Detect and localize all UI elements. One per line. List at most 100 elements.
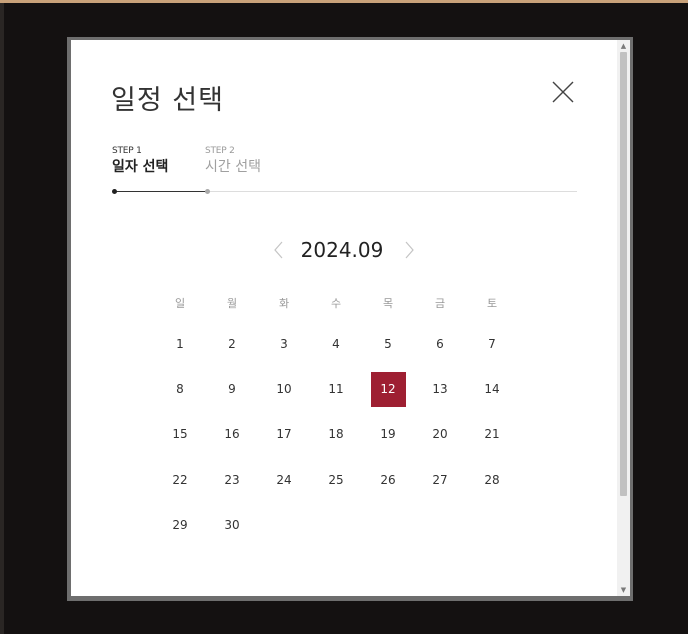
day-cell-8[interactable]: 8 xyxy=(154,366,206,411)
day-number: 17 xyxy=(276,427,292,442)
week-row: 29 30 xyxy=(154,503,518,548)
day-cell-26[interactable]: 26 xyxy=(362,457,414,502)
close-icon xyxy=(552,81,574,103)
week-row: 8 9 10 11 12 13 14 xyxy=(154,366,518,411)
day-cell-11[interactable]: 11 xyxy=(310,366,362,411)
day-cell-17[interactable]: 17 xyxy=(258,412,310,457)
day-cell-12[interactable]: 12 xyxy=(362,366,414,411)
day-cell-5[interactable]: 5 xyxy=(362,321,414,366)
day-cell-30[interactable]: 30 xyxy=(206,503,258,548)
step-1-label: 일자 선택 xyxy=(112,159,169,175)
day-number: 23 xyxy=(224,472,240,487)
step-2-number: STEP 2 xyxy=(205,146,235,156)
day-number: 29 xyxy=(172,518,188,533)
day-cell-24[interactable]: 24 xyxy=(258,457,310,502)
day-number: 24 xyxy=(276,472,292,487)
week-row: 1 2 3 4 5 6 7 xyxy=(154,321,518,366)
day-number: 7 xyxy=(488,336,496,351)
empty-day-cell xyxy=(258,503,310,548)
weekday-label: 금 xyxy=(434,297,446,310)
page-left-edge xyxy=(0,3,4,634)
step-progress-active xyxy=(114,191,207,192)
month-label: 2024.09 xyxy=(300,238,384,262)
modal-title: 일정 선택 xyxy=(111,85,224,116)
day-cell-20[interactable]: 20 xyxy=(414,412,466,457)
day-number: 9 xyxy=(228,382,236,397)
day-number: 30 xyxy=(224,518,240,533)
week-row: 15 16 17 18 19 20 21 xyxy=(154,412,518,457)
day-cell-29[interactable]: 29 xyxy=(154,503,206,548)
next-month-button[interactable] xyxy=(401,238,417,262)
day-cell-15[interactable]: 15 xyxy=(154,412,206,457)
day-number: 20 xyxy=(432,427,448,442)
prev-month-button[interactable] xyxy=(271,238,287,262)
day-number: 2 xyxy=(228,336,236,351)
day-cell-18[interactable]: 18 xyxy=(310,412,362,457)
day-cell-10[interactable]: 10 xyxy=(258,366,310,411)
day-cell-21[interactable]: 21 xyxy=(466,412,518,457)
day-number: 21 xyxy=(484,427,500,442)
chevron-right-icon xyxy=(405,241,414,259)
day-cell-1[interactable]: 1 xyxy=(154,321,206,366)
day-number: 19 xyxy=(380,427,396,442)
empty-day-cell xyxy=(362,503,414,548)
modal-scrollbar[interactable]: ▲ ▼ xyxy=(617,40,630,596)
scroll-thumb[interactable] xyxy=(620,52,627,496)
weekday-label: 목 xyxy=(382,297,394,310)
day-cell-13[interactable]: 13 xyxy=(414,366,466,411)
weekday-label: 월 xyxy=(226,297,238,310)
day-number: 25 xyxy=(328,472,344,487)
schedule-modal: 일정 선택 STEP 1 일자 선택 STEP 2 시간 선택 2024.09 xyxy=(71,40,617,596)
day-cell-7[interactable]: 7 xyxy=(466,321,518,366)
step-2: STEP 2 시간 선택 xyxy=(205,146,261,176)
weeks-container: 1 2 3 4 5 6 7 8 9 10 11 12 13 14 15 16 17 18 19 20 21 22 23 24 2… xyxy=(154,321,518,548)
day-cell-6[interactable]: 6 xyxy=(414,321,466,366)
day-cell-16[interactable]: 16 xyxy=(206,412,258,457)
day-number: 8 xyxy=(176,382,184,397)
day-number: 1 xyxy=(176,336,184,351)
week-row: 22 23 24 25 26 27 28 xyxy=(154,457,518,502)
step-1: STEP 1 일자 선택 xyxy=(112,146,168,176)
day-number: 11 xyxy=(328,382,344,397)
page-top-border xyxy=(0,0,688,3)
day-number: 27 xyxy=(432,472,448,487)
day-number: 22 xyxy=(172,472,188,487)
day-number: 10 xyxy=(276,382,292,397)
day-cell-2[interactable]: 2 xyxy=(206,321,258,366)
empty-day-cell xyxy=(310,503,362,548)
day-cell-14[interactable]: 14 xyxy=(466,366,518,411)
empty-day-cell xyxy=(466,503,518,548)
chevron-left-icon xyxy=(274,241,283,259)
scroll-down-arrow-icon[interactable]: ▼ xyxy=(617,584,630,596)
step-indicator: STEP 1 일자 선택 STEP 2 시간 선택 xyxy=(112,146,577,196)
weekday-row: 일월화수목금토 xyxy=(154,285,518,321)
step-1-dot xyxy=(112,189,117,194)
day-cell-22[interactable]: 22 xyxy=(154,457,206,502)
day-cell-25[interactable]: 25 xyxy=(310,457,362,502)
day-number: 3 xyxy=(280,336,288,351)
day-cell-28[interactable]: 28 xyxy=(466,457,518,502)
day-number: 6 xyxy=(436,336,444,351)
calendar-grid: 일월화수목금토 1 2 3 4 5 6 7 8 9 10 11 12 13 14 15 16 17 18 19 20 2… xyxy=(154,285,518,548)
day-number: 14 xyxy=(484,382,500,397)
scroll-up-arrow-icon[interactable]: ▲ xyxy=(617,40,630,52)
close-button[interactable] xyxy=(549,78,577,106)
step-2-label: 시간 선택 xyxy=(205,159,261,175)
day-cell-27[interactable]: 27 xyxy=(414,457,466,502)
day-number: 12 xyxy=(370,371,406,407)
day-cell-9[interactable]: 9 xyxy=(206,366,258,411)
empty-day-cell xyxy=(414,503,466,548)
day-cell-4[interactable]: 4 xyxy=(310,321,362,366)
day-number: 15 xyxy=(172,427,188,442)
day-cell-3[interactable]: 3 xyxy=(258,321,310,366)
day-number: 4 xyxy=(332,336,340,351)
step-2-dot xyxy=(205,189,210,194)
day-number: 5 xyxy=(384,336,392,351)
day-cell-19[interactable]: 19 xyxy=(362,412,414,457)
weekday-label: 수 xyxy=(330,297,342,310)
day-number: 16 xyxy=(224,427,240,442)
weekday-label: 화 xyxy=(278,297,290,310)
calendar-header: 2024.09 xyxy=(261,236,421,266)
weekday-label: 토 xyxy=(486,297,498,310)
day-cell-23[interactable]: 23 xyxy=(206,457,258,502)
